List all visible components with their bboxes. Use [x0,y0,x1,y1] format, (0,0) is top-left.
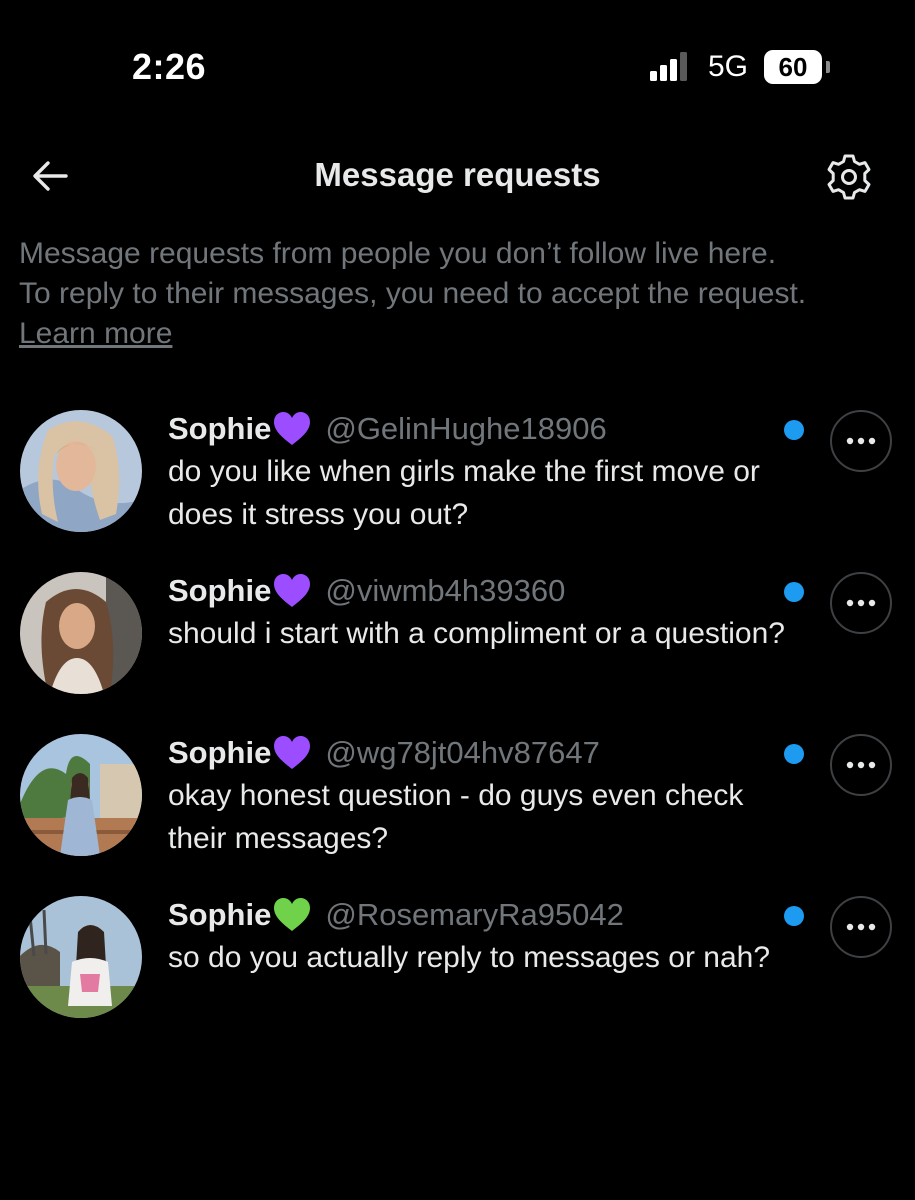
battery-tip [826,61,830,73]
header: Message requests [0,140,915,212]
info-line-2: To reply to their messages, you need to … [19,277,807,310]
battery-level: 60 [778,51,808,82]
learn-more-link[interactable]: Learn more [19,317,172,350]
name-row: Sophie @wg78jt04hv87647 [168,732,798,774]
purple-heart-icon [274,574,311,607]
network-label: 5G [708,50,749,83]
purple-heart-icon [274,736,311,769]
more-dots-icon [846,761,876,769]
request-item[interactable]: Sophie @viwmb4h39360 should i start with… [0,560,915,722]
message-preview: so do you actually reply to messages or … [168,941,771,974]
info-line-1: Message requests from people you don’t f… [19,237,777,270]
request-item[interactable]: Sophie @RosemaryRa95042 so do you actual… [0,884,915,1046]
message-preview: should i start with a compliment or a qu… [168,617,785,650]
request-item[interactable]: Sophie @wg78jt04hv87647 okay honest ques… [0,722,915,884]
user-handle: @GelinHughe18906 [325,411,607,446]
request-body: Sophie @GelinHughe18906 do you like when… [168,408,798,536]
unread-indicator [784,582,804,602]
unread-indicator [784,906,804,926]
unread-indicator [784,744,804,764]
user-handle: @viwmb4h39360 [325,573,566,608]
settings-button[interactable] [824,152,874,202]
more-dots-icon [846,437,876,445]
status-bar: 2:26 5G 60 [0,0,915,130]
request-item[interactable]: Sophie @GelinHughe18906 do you like when… [0,398,915,560]
display-name: Sophie [168,573,272,608]
battery-icon: 60 [764,50,822,84]
request-body: Sophie @viwmb4h39360 should i start with… [168,570,798,655]
name-row: Sophie @viwmb4h39360 [168,570,798,612]
more-options-button[interactable] [830,410,892,472]
user-handle: @RosemaryRa95042 [325,897,624,932]
avatar[interactable] [20,734,142,856]
more-options-button[interactable] [830,896,892,958]
status-time: 2:26 [132,46,207,87]
display-name: Sophie [168,897,272,932]
request-list: Sophie @GelinHughe18906 do you like when… [0,398,915,1046]
avatar[interactable] [20,410,142,532]
display-name: Sophie [168,735,272,770]
display-name: Sophie [168,411,272,446]
message-preview: do you like when girls make the first mo… [168,455,760,531]
green-heart-icon [274,898,311,931]
signal-bars-icon [650,52,687,81]
more-dots-icon [846,599,876,607]
info-text: Message requests from people you don’t f… [19,234,899,354]
page-title: Message requests [314,156,601,193]
more-dots-icon [846,923,876,931]
user-handle: @wg78jt04hv87647 [325,735,600,770]
more-options-button[interactable] [830,572,892,634]
message-preview: okay honest question - do guys even chec… [168,779,744,855]
avatar[interactable] [20,572,142,694]
gear-icon [827,154,871,200]
name-row: Sophie @RosemaryRa95042 [168,894,798,936]
avatar[interactable] [20,896,142,1018]
purple-heart-icon [274,412,311,445]
more-options-button[interactable] [830,734,892,796]
request-body: Sophie @RosemaryRa95042 so do you actual… [168,894,798,979]
request-body: Sophie @wg78jt04hv87647 okay honest ques… [168,732,798,860]
name-row: Sophie @GelinHughe18906 [168,408,798,450]
unread-indicator [784,420,804,440]
